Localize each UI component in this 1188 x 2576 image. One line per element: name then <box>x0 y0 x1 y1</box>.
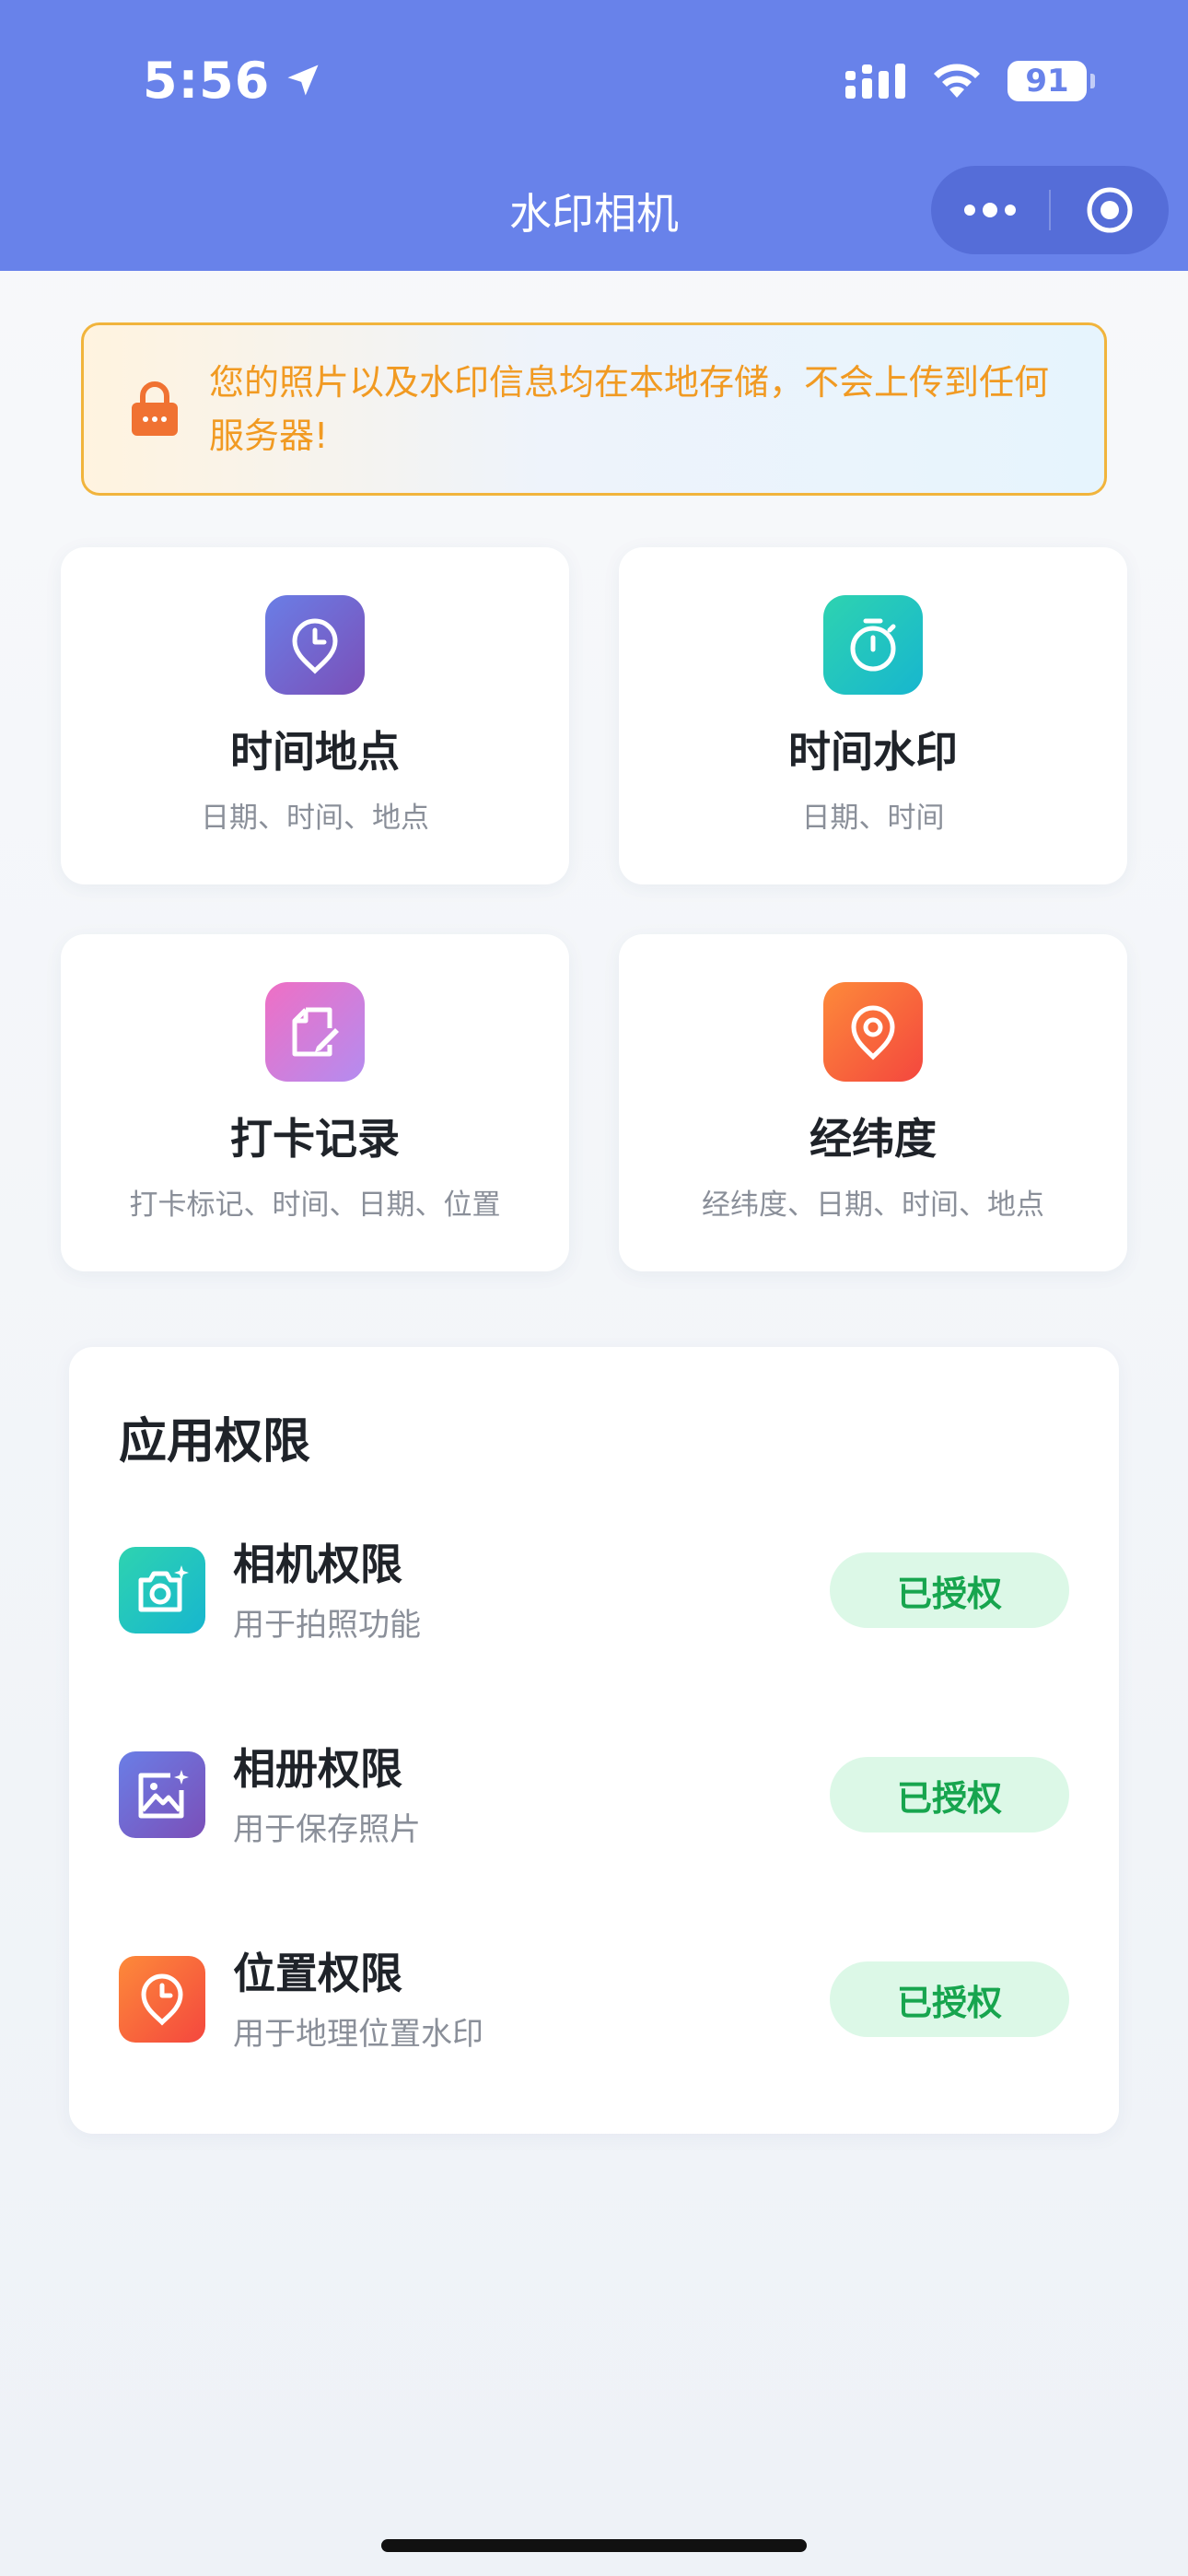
lock-icon <box>132 381 178 436</box>
home-indicator[interactable] <box>381 2539 807 2552</box>
permission-title: 相机权限 <box>233 1539 402 1589</box>
more-dots-icon <box>964 203 1016 217</box>
permission-text: 相机权限 用于拍照功能 <box>233 1537 830 1645</box>
notice-text: 您的照片以及水印信息均在本地存储，不会上传到任何服务器! <box>209 362 1050 456</box>
battery-indicator: 91 <box>1007 61 1095 101</box>
permission-subtitle: 用于拍照功能 <box>233 1606 421 1644</box>
target-circle-icon <box>1087 187 1133 233</box>
more-button[interactable] <box>931 166 1049 254</box>
camera-icon <box>119 1547 205 1633</box>
permission-title: 位置权限 <box>233 1948 402 1998</box>
header: 5:56 91 水印相机 <box>0 0 1188 271</box>
permission-row-gallery: 相册权限 用于保存照片 已授权 <box>119 1739 1069 1850</box>
permission-subtitle: 用于地理位置水印 <box>233 2015 483 2053</box>
card-subtitle: 日期、时间 <box>801 802 945 835</box>
status-time: 5:56 <box>143 48 323 112</box>
status-badge: 已授权 <box>830 1961 1069 2037</box>
signal-icon <box>845 64 905 99</box>
map-pin-icon <box>823 982 923 1082</box>
clock-pin-icon <box>265 595 365 695</box>
permission-text: 相册权限 用于保存照片 <box>233 1741 830 1849</box>
template-card-time[interactable]: 时间水印 日期、时间 <box>619 547 1127 884</box>
card-subtitle: 经纬度、日期、时间、地点 <box>702 1188 1044 1222</box>
template-card-coordinates[interactable]: 经纬度 经纬度、日期、时间、地点 <box>619 934 1127 1271</box>
stopwatch-icon <box>823 595 923 695</box>
status-icons: 91 <box>845 55 1095 107</box>
permissions-panel: 应用权限 相机权限 用于拍照功能 已授权 相册权限 用于保存照片 已授权 位置权… <box>69 1347 1119 2134</box>
status-badge: 已授权 <box>830 1757 1069 1832</box>
card-subtitle: 日期、时间、地点 <box>201 802 429 835</box>
close-miniapp-button[interactable] <box>1051 166 1169 254</box>
status-badge: 已授权 <box>830 1552 1069 1628</box>
card-title: 时间地点 <box>230 727 400 777</box>
permission-row-location: 位置权限 用于地理位置水印 已授权 <box>119 1944 1069 2055</box>
permission-text: 位置权限 用于地理位置水印 <box>233 1946 830 2054</box>
wifi-icon <box>934 64 980 98</box>
edit-doc-icon <box>265 982 365 1082</box>
card-title: 打卡记录 <box>230 1114 400 1164</box>
location-icon <box>119 1956 205 2043</box>
permissions-heading: 应用权限 <box>119 1414 311 1469</box>
privacy-notice: 您的照片以及水印信息均在本地存储，不会上传到任何服务器! <box>81 322 1107 496</box>
card-title: 时间水印 <box>788 727 958 777</box>
template-card-time-location[interactable]: 时间地点 日期、时间、地点 <box>61 547 569 884</box>
miniapp-capsule <box>931 166 1169 254</box>
battery-level: 91 <box>1025 63 1069 100</box>
permission-subtitle: 用于保存照片 <box>233 1810 421 1848</box>
card-subtitle: 打卡标记、时间、日期、位置 <box>129 1188 501 1222</box>
gallery-icon <box>119 1751 205 1838</box>
location-arrow-icon <box>287 64 319 96</box>
status-time-text: 5:56 <box>143 51 271 110</box>
permission-title: 相册权限 <box>233 1743 402 1794</box>
card-title: 经纬度 <box>809 1114 937 1164</box>
permission-row-camera: 相机权限 用于拍照功能 已授权 <box>119 1535 1069 1645</box>
template-card-checkin[interactable]: 打卡记录 打卡标记、时间、日期、位置 <box>61 934 569 1271</box>
